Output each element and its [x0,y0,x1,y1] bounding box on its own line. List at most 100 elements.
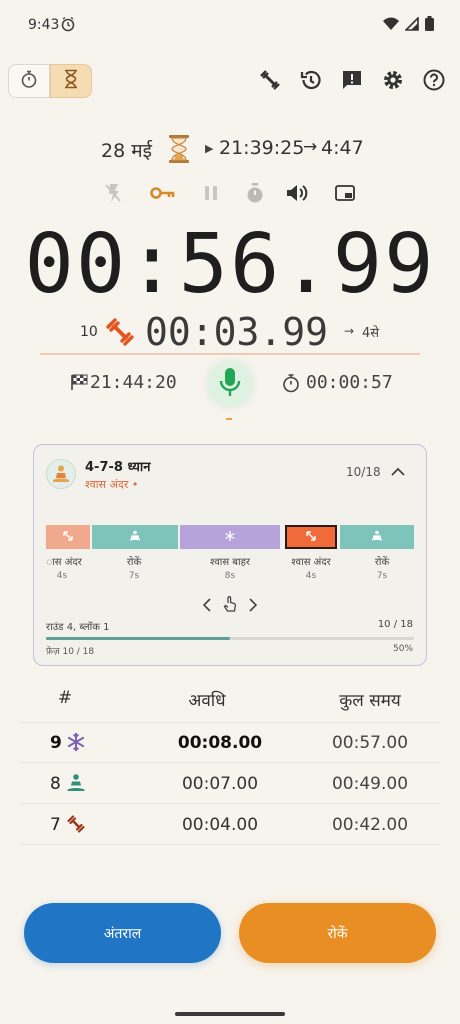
chevron-up-icon[interactable] [390,463,406,482]
start-time: 21:39:25 [219,137,305,159]
quick-controls [0,180,460,206]
hourglass-icon [167,134,191,164]
segment-inhale-1[interactable] [46,525,90,549]
phase-label: फ़ेज़ 10 / 18 [46,647,95,657]
segment-exhale[interactable] [180,525,280,549]
date-label: 28 मई [101,140,152,162]
end-time: 21:44:20 [90,372,177,393]
hourglass-icon [63,69,79,93]
timer-mode-button[interactable] [50,64,92,98]
microphone-button[interactable] [208,362,252,406]
pause-icon[interactable] [201,180,221,206]
segment-hold-1[interactable] [92,525,178,549]
interval-count: 10 [80,324,98,340]
status-bar: 9:43 [0,0,460,48]
phase-count: 10/18 [346,465,381,479]
top-toolbar [258,66,446,94]
col-number: # [57,688,73,708]
feedback-icon[interactable] [340,66,364,94]
remaining-time: 4:47 [321,137,364,159]
timer-icon[interactable] [244,180,266,206]
segment-duration: 8s [224,571,236,581]
table-row[interactable]: 9 00:08.00 00:57.00 [20,723,440,763]
segment-label: रोकें [374,557,390,568]
expand-icon [305,530,317,545]
row-total: 00:42.00 [331,815,409,835]
meditate-icon [66,773,86,797]
interval-row: 10 00:03.99 → 4से [0,310,460,354]
dumbbell-icon [104,316,136,352]
round-count: 10 / 18 [377,619,413,630]
schedule-row: 28 मई ▶ 21:39:25 → 4:47 [0,132,460,164]
tap-hand-icon[interactable] [222,595,238,617]
interval-timer: 00:03.99 [145,310,329,354]
expand-icon [62,530,74,545]
finish-flag-icon [70,374,88,394]
segment-label: श्वास बाहर [209,557,251,568]
segment-hold-2[interactable] [340,525,414,549]
stopwatch-mode-button[interactable] [8,64,50,98]
table-row[interactable]: 8 00:07.00 00:49.00 [20,764,440,804]
table-row[interactable]: 7 00:04.00 00:42.00 [20,805,440,845]
play-indicator-icon: ▶ [205,142,214,155]
meditate-icon [129,530,141,545]
col-total: कुल समय [339,691,401,711]
alarm-icon [60,16,76,36]
stop-button[interactable]: रोकें [239,903,436,963]
phase-progress-bar [46,637,414,640]
segment-label: ास अंदर [46,557,82,568]
interval-progress-line [40,353,420,355]
meditation-avatar-icon [46,459,76,489]
chevron-right-icon[interactable] [248,597,258,616]
workout-title: 4-7-8 ध्यान [85,460,151,475]
home-indicator[interactable] [175,1012,285,1016]
phase-progress-fill [46,637,230,640]
help-icon[interactable] [422,66,446,94]
volume-icon[interactable] [285,180,309,206]
snowflake-icon [224,530,236,545]
row-number: 8 [50,774,61,794]
chevron-left-icon[interactable] [202,597,212,616]
dumbbell-icon[interactable] [258,66,282,94]
current-phase-label: श्वास अंदर • [85,478,139,491]
round-label: राउंड 4, ब्लॉक 1 [46,622,110,633]
settings-icon[interactable] [381,66,405,94]
mode-toggle [8,64,94,98]
row-number: 7 [50,815,61,835]
history-icon[interactable] [299,66,323,94]
main-timer: 00:56.99 [24,217,436,312]
phase-percent: 50% [392,644,413,654]
segment-duration: 4s [56,571,68,581]
laps-table-header: # अवधि कुल समय [0,688,460,714]
info-row: 21:44:20 00:00:57 [0,362,460,406]
segment-label: श्वास अंदर [291,557,331,568]
segment-duration: 4s [305,571,317,581]
segment-label: रोकें [126,557,142,568]
arrow-label: → [303,137,318,157]
battery-icon [425,16,434,35]
interval-button-label: अंतराल [103,925,142,942]
flash-off-icon[interactable] [101,180,125,206]
row-total: 00:57.00 [331,733,409,753]
picture-in-picture-icon[interactable] [334,180,356,206]
segment-inhale-2-active[interactable] [285,525,337,549]
row-number: 9 [50,733,62,753]
status-time: 9:43 [28,17,60,33]
snowflake-icon [66,732,86,756]
segment-duration: 7s [376,571,388,581]
stop-button-label: रोकें [327,925,348,942]
meditate-icon [371,530,383,545]
signal-icon [404,16,419,35]
next-arrow: → [344,324,355,338]
wifi-icon [383,16,399,35]
key-icon[interactable] [150,180,176,206]
row-total: 00:49.00 [331,774,409,794]
divider-dash [226,418,232,420]
interval-button[interactable]: अंतराल [24,903,221,963]
next-interval-label: 4से [362,326,380,341]
dumbbell-icon [66,814,86,838]
stopwatch-icon [282,373,300,397]
col-duration: अवधि [188,691,226,711]
workout-card[interactable]: 4-7-8 ध्यान श्वास अंदर • 10/18 ास अंदर 4… [33,444,427,666]
segment-nav [34,595,428,615]
